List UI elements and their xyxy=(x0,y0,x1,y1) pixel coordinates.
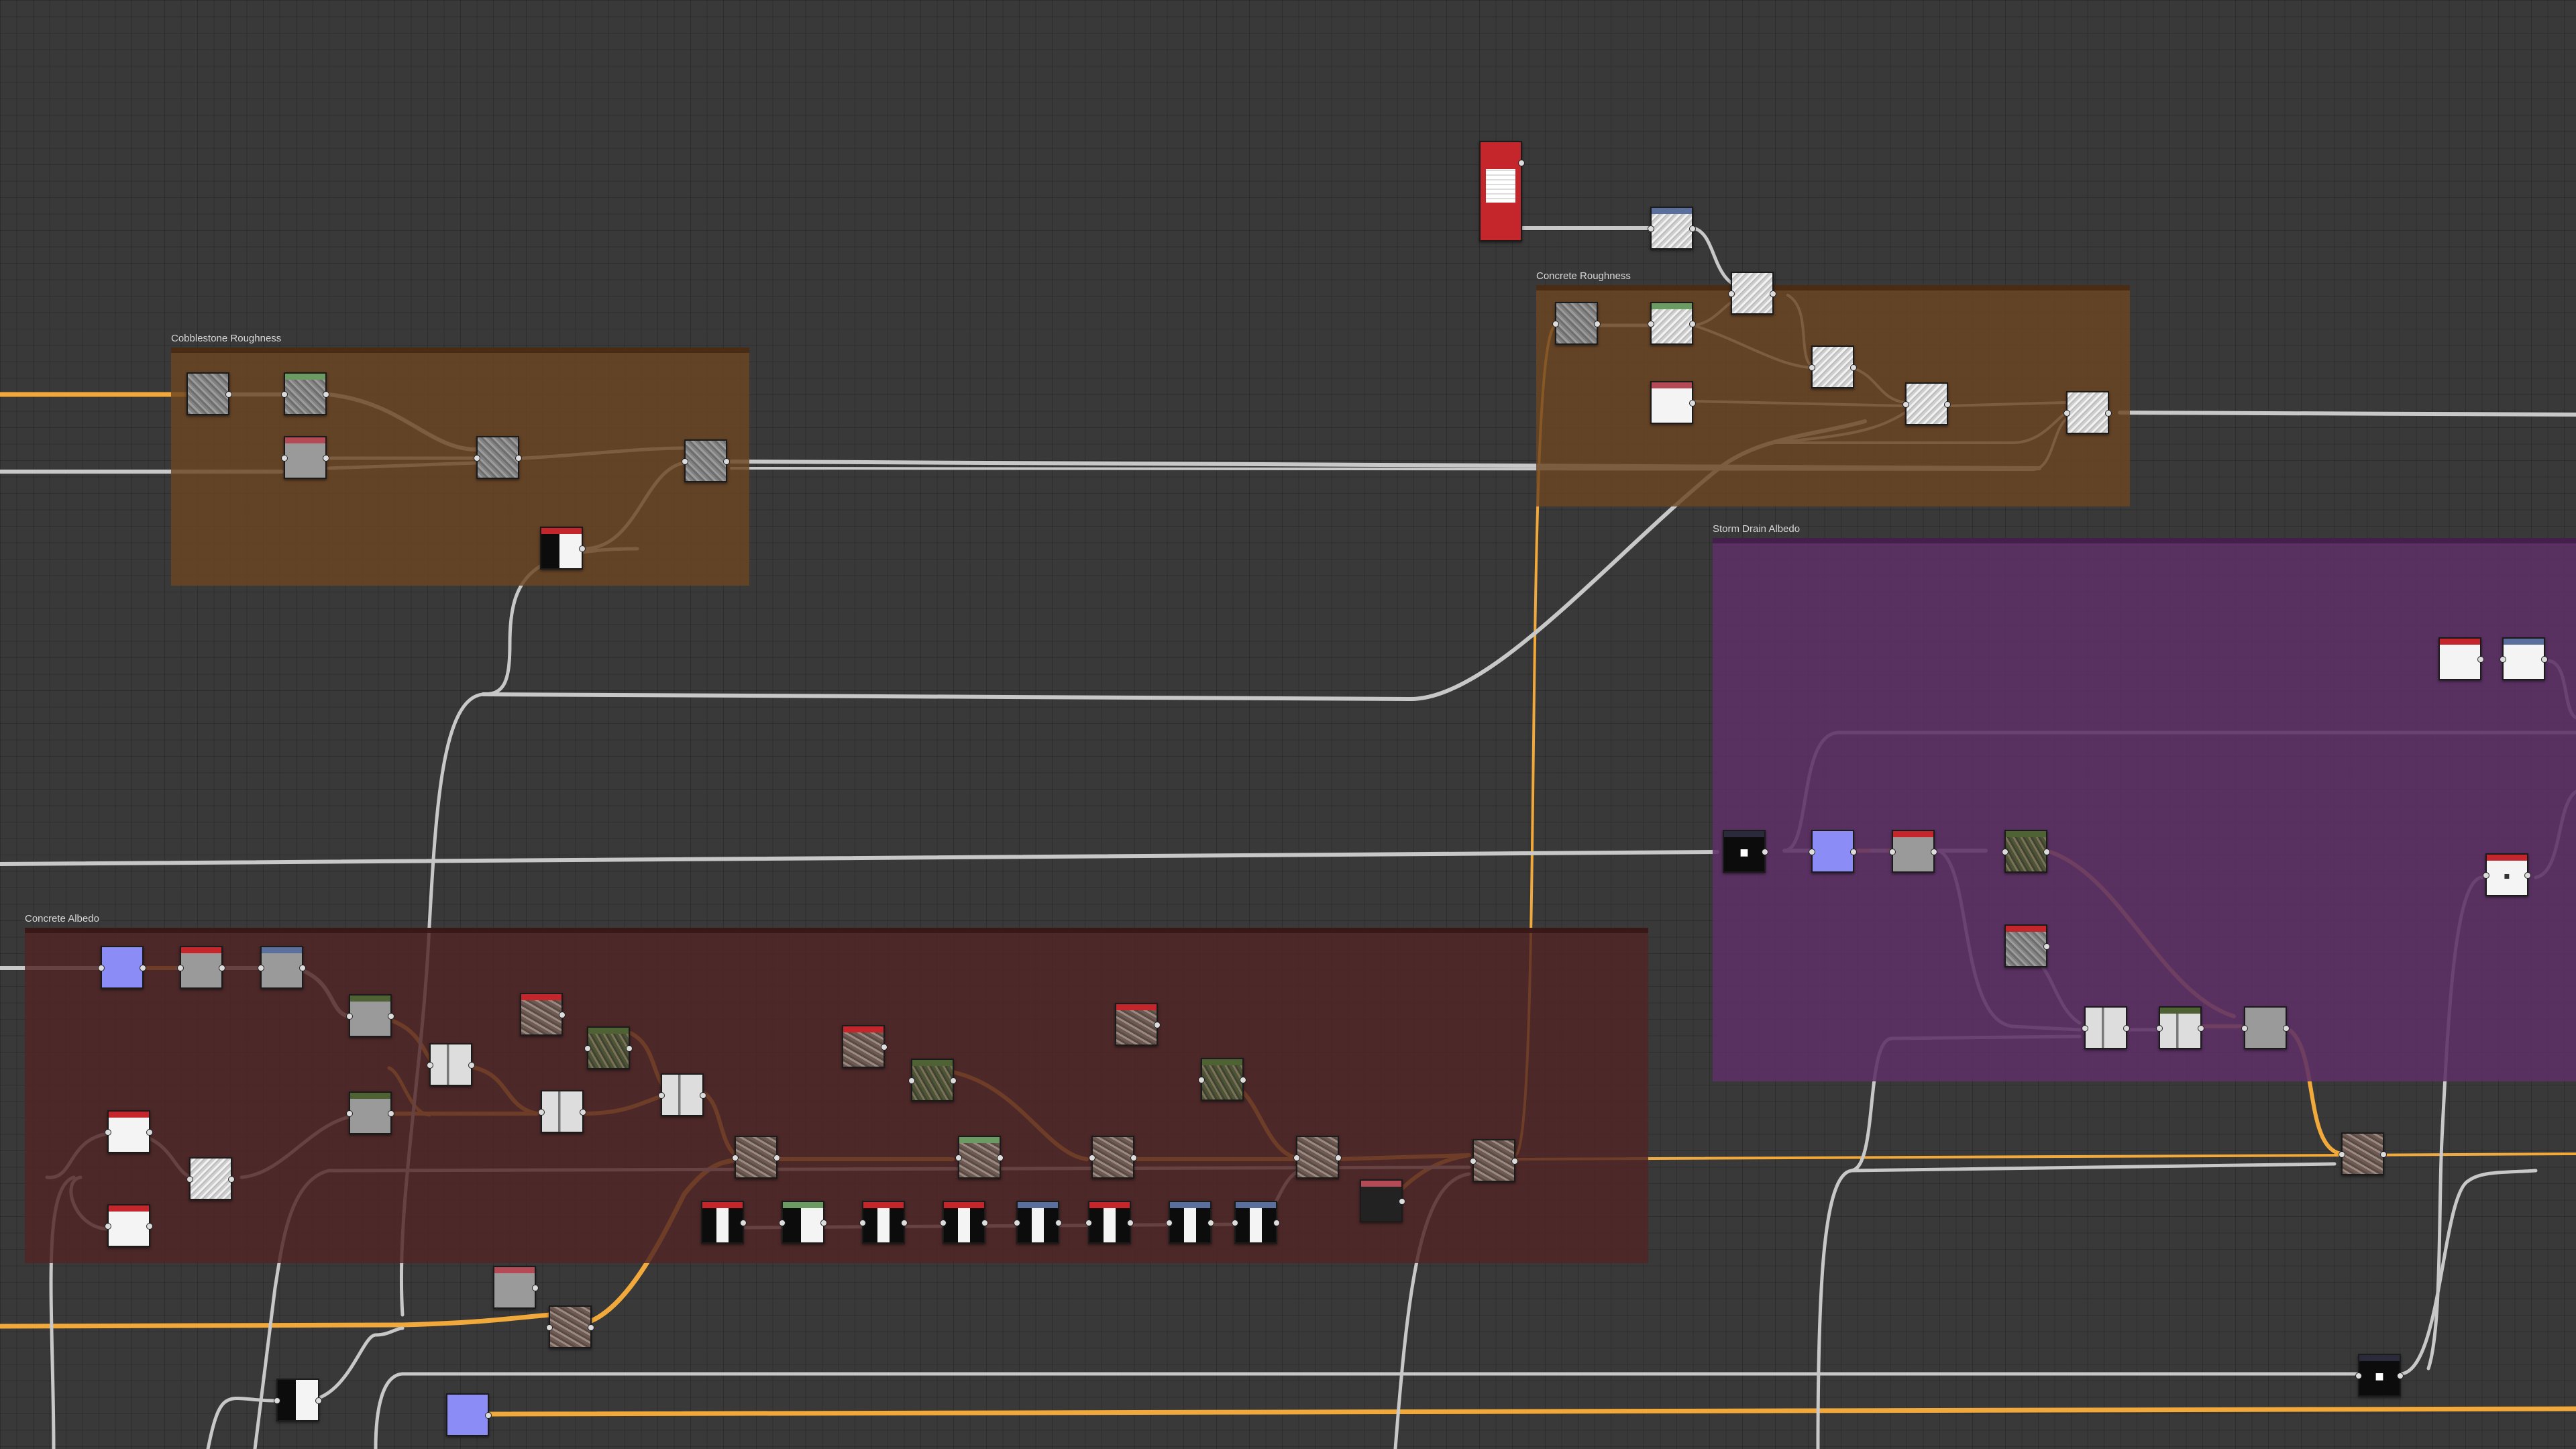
wire-color xyxy=(487,1406,2576,1417)
concrete-albedo-rock-d-node[interactable] xyxy=(1115,1003,1161,1046)
wire-color xyxy=(1515,1152,2576,1161)
mask-strip-node-1[interactable] xyxy=(701,1201,747,1244)
concrete-roughness-warp-node[interactable] xyxy=(1809,345,1857,388)
wire-color xyxy=(0,1312,553,1329)
concrete-roughness-input-node[interactable] xyxy=(1552,302,1601,345)
concrete-albedo-moss-b-node[interactable] xyxy=(908,1059,957,1102)
concrete-roughness-blend-node[interactable] xyxy=(1648,302,1696,345)
concrete-albedo-levels-node[interactable] xyxy=(177,946,225,989)
storm-drain-albedo-output-node[interactable] xyxy=(2339,1132,2387,1175)
storm-drain-levels-gray-node[interactable] xyxy=(1889,830,1937,873)
mask-strip-node-8[interactable] xyxy=(1232,1201,1280,1244)
mask-strip-node-2[interactable] xyxy=(779,1201,827,1244)
lower-color-node[interactable] xyxy=(446,1393,492,1436)
storm-drain-mix-a-node[interactable] xyxy=(2082,1006,2130,1049)
storm-drain-black-mask-node[interactable]: ■ xyxy=(2355,1354,2404,1397)
storm-drain-mask-node[interactable]: ■ xyxy=(1723,830,1768,873)
concrete-albedo-combine-node[interactable] xyxy=(538,1090,586,1133)
frame-cobblestone-roughness[interactable]: Cobblestone Roughness xyxy=(171,333,749,586)
frame-title: Storm Drain Albedo xyxy=(1713,523,1801,535)
cobblestone-blend-node[interactable] xyxy=(281,372,329,415)
concrete-albedo-rock-c-node[interactable] xyxy=(842,1025,888,1068)
node-graph-canvas[interactable]: Cobblestone Roughness Concrete Roughness… xyxy=(0,0,2576,1449)
concrete-roughness-mix-node[interactable] xyxy=(1902,382,1951,425)
lower-mask-node[interactable] xyxy=(274,1379,322,1421)
mask-strip-node-5[interactable] xyxy=(1014,1201,1062,1244)
mask-strip-node-4[interactable] xyxy=(940,1201,988,1244)
lower-levels-node[interactable] xyxy=(493,1266,539,1309)
concrete-albedo-blend-node[interactable] xyxy=(346,994,394,1037)
concrete-albedo-rock-e-node[interactable] xyxy=(1089,1136,1137,1179)
node-glyph-icon: ▪ xyxy=(2504,871,2510,882)
frame-storm-drain-albedo[interactable]: Storm Drain Albedo xyxy=(1713,523,2576,1081)
concrete-albedo-left-top-node[interactable] xyxy=(105,1110,153,1153)
frame-title: Concrete Roughness xyxy=(1536,270,1631,282)
concrete-albedo-blend-c-node[interactable] xyxy=(955,1136,1004,1179)
node-glyph-icon: ■ xyxy=(2375,1371,2384,1383)
cobblestone-mix-node[interactable] xyxy=(474,436,522,479)
storm-drain-levels-node[interactable] xyxy=(2438,637,2484,680)
wire-gray xyxy=(1849,1162,2337,1173)
concrete-albedo-left-bottom-node[interactable] xyxy=(105,1204,153,1247)
storm-drain-levels-output-node[interactable] xyxy=(2241,1006,2290,1049)
concrete-roughness-blur-node[interactable] xyxy=(1648,207,1696,250)
concrete-roughness-source-bitmap-node[interactable] xyxy=(1479,141,1525,241)
wire-gray xyxy=(374,1372,405,1449)
cobblestone-levels-node[interactable] xyxy=(281,436,329,479)
cobblestone-roughness-input-node[interactable] xyxy=(186,372,232,415)
concrete-albedo-output-node[interactable] xyxy=(1470,1139,1518,1182)
storm-drain-color-node[interactable] xyxy=(1809,830,1857,873)
concrete-roughness-sharpen-node[interactable] xyxy=(1728,272,1776,315)
cobblestone-mask-node[interactable] xyxy=(540,527,586,570)
frame-title: Cobblestone Roughness xyxy=(171,333,282,344)
wire-gray xyxy=(2400,1169,2538,1376)
mask-strip-node-3[interactable] xyxy=(859,1201,908,1244)
concrete-albedo-mix-node[interactable] xyxy=(427,1043,475,1086)
concrete-roughness-levels-node[interactable] xyxy=(1650,381,1696,424)
concrete-albedo-color-node[interactable] xyxy=(98,946,146,989)
storm-drain-red-filter-node[interactable]: ▪ xyxy=(2483,853,2531,896)
frame-concrete-roughness[interactable]: Concrete Roughness xyxy=(1536,270,2130,506)
wire-gray xyxy=(206,1396,277,1449)
concrete-albedo-dark-node[interactable] xyxy=(1360,1179,1405,1222)
wire-gray xyxy=(307,1326,405,1403)
wire-gray xyxy=(2118,411,2576,417)
storm-drain-adjust-node[interactable] xyxy=(2500,637,2548,680)
concrete-albedo-moss-a-node[interactable] xyxy=(584,1026,633,1069)
cobblestone-roughness-output-node[interactable] xyxy=(682,439,730,482)
wire-gray xyxy=(0,850,1719,866)
concrete-albedo-rock-f-node[interactable] xyxy=(1293,1136,1342,1179)
frame-title: Concrete Albedo xyxy=(25,913,99,924)
wire-gray xyxy=(1816,1169,1854,1449)
concrete-albedo-rock-b-node[interactable] xyxy=(732,1136,780,1179)
concrete-albedo-blend-b-node[interactable] xyxy=(346,1091,394,1134)
mask-strip-node-7[interactable] xyxy=(1166,1201,1214,1244)
concrete-albedo-left-merge-node[interactable] xyxy=(186,1157,235,1200)
node-glyph-icon: ■ xyxy=(1739,847,1749,859)
lower-blend-node[interactable] xyxy=(546,1305,594,1348)
storm-drain-mix-b-node[interactable] xyxy=(2156,1006,2204,1049)
concrete-roughness-output-node[interactable] xyxy=(2063,391,2112,434)
mask-strip-node-6[interactable] xyxy=(1085,1201,1134,1244)
concrete-albedo-adjust-node[interactable] xyxy=(258,946,306,989)
concrete-albedo-rock-a-node[interactable] xyxy=(520,993,566,1036)
storm-drain-noise-node[interactable] xyxy=(2004,924,2050,967)
concrete-albedo-stack-node[interactable] xyxy=(658,1073,706,1116)
concrete-albedo-moss-c-node[interactable] xyxy=(1198,1058,1246,1101)
storm-drain-blend-node[interactable] xyxy=(2002,830,2050,873)
